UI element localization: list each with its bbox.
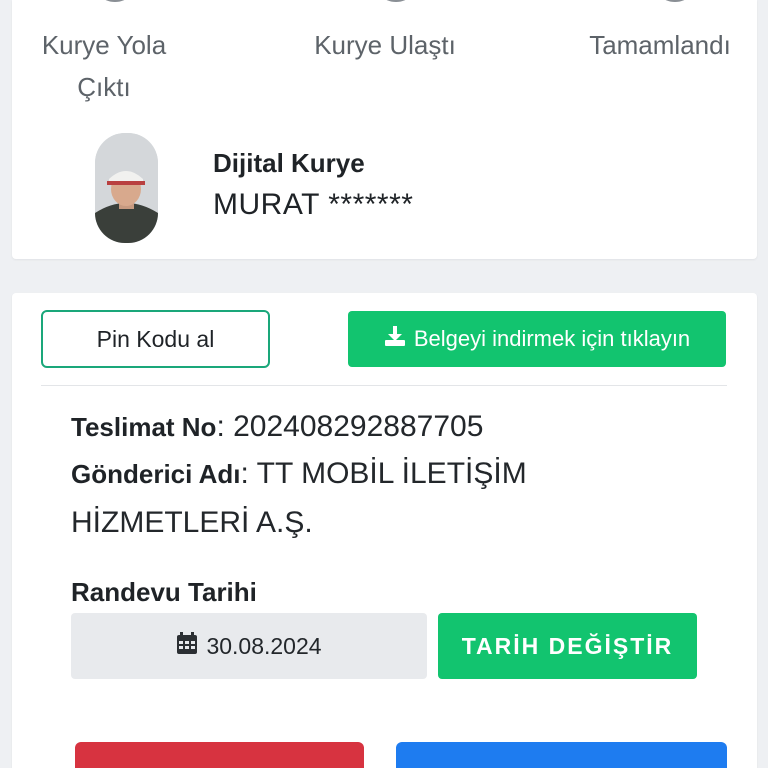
delivery-number-label: Teslimat No: [71, 412, 217, 442]
download-label: Belgeyi indirmek için tıklayın: [413, 326, 691, 351]
tracking-card: Kurye Yola Çıktı Kurye Ulaştı Tamamlandı…: [12, 0, 757, 259]
courier-name: MURAT *******: [213, 188, 414, 221]
red-action-button[interactable]: [75, 742, 364, 768]
appointment-date-display: 30.08.2024: [71, 613, 427, 679]
step-label-on-the-way: Kurye Yola Çıktı: [41, 30, 167, 102]
sender-value-line-2: HİZMETLERİ A.Ş.: [71, 506, 313, 539]
step-label-arrived: Kurye Ulaştı: [314, 30, 456, 60]
step-indicator-3: [652, 0, 698, 2]
download-document-button[interactable]: Belgeyi indirmek için tıklayın: [348, 311, 726, 367]
step-label-completed: Tamamlandı: [589, 30, 731, 60]
courier-title: Dijital Kurye: [213, 148, 365, 178]
divider: [41, 385, 727, 386]
sender-row-continued: HİZMETLERİ A.Ş.: [71, 499, 313, 547]
step-indicator-1: [92, 0, 138, 2]
blue-action-button[interactable]: [396, 742, 727, 768]
sender-row: Gönderici Adı: TT MOBİL İLETİŞİM: [71, 457, 527, 490]
download-icon: [384, 325, 406, 353]
appointment-date-value: 30.08.2024: [206, 632, 322, 659]
appointment-date-label: Randevu Tarihi: [71, 577, 257, 607]
change-date-button[interactable]: TARİH DEĞİŞTİR: [438, 613, 697, 679]
sender-value: TT MOBİL İLETİŞİM: [256, 457, 527, 490]
delivery-card: Pin Kodu al Belgeyi indirmek için tıklay…: [12, 293, 757, 768]
get-pin-code-button[interactable]: Pin Kodu al: [41, 310, 270, 368]
courier-avatar: [95, 133, 158, 243]
sender-label: Gönderici Adı: [71, 459, 241, 489]
delivery-number-value: 202408292887705: [233, 410, 484, 443]
delivery-number-row: Teslimat No: 202408292887705: [71, 410, 484, 443]
step-indicator-2: [373, 0, 419, 2]
calendar-icon: [176, 631, 198, 661]
